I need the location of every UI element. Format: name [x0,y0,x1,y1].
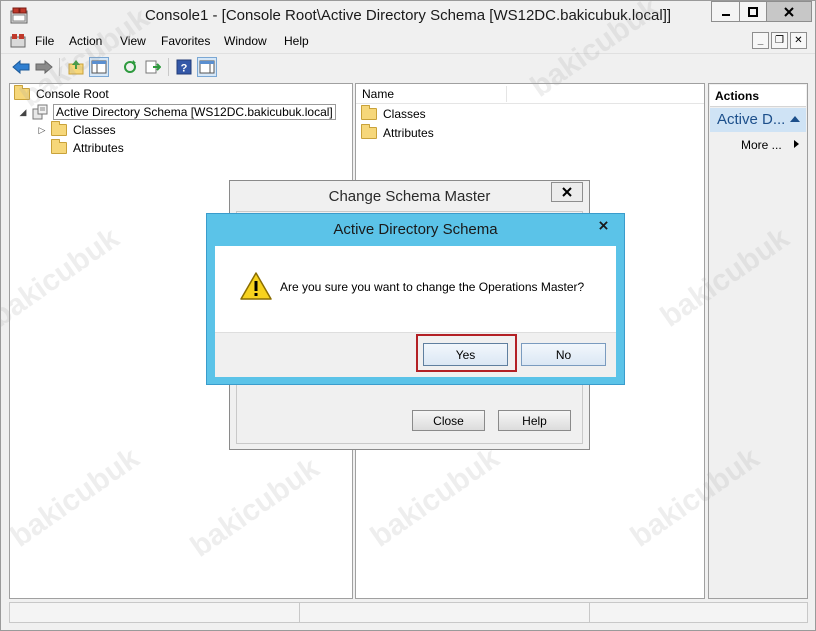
window-title: Console1 - [Console Root\Active Director… [144,7,672,24]
list-item-classes[interactable]: Classes [361,105,426,123]
maximize-icon [748,6,758,17]
menu-view[interactable]: View [120,34,146,48]
mdi-restore-button[interactable]: ❐ [771,32,788,49]
menu-file[interactable]: File [35,34,54,48]
ad-schema-icon [32,104,48,120]
tree-item-attributes[interactable]: Attributes [51,139,124,157]
back-arrow-icon [12,59,30,75]
forward-arrow-icon [35,59,53,75]
dialog-close-button[interactable] [587,215,619,235]
warning-icon [240,272,272,300]
close-dialog-button[interactable]: Close [412,410,485,431]
forward-button[interactable] [34,57,54,77]
export-list-button[interactable] [143,57,163,77]
minimize-button[interactable] [711,1,739,22]
help-button[interactable]: ? [174,57,194,77]
close-button[interactable] [766,1,812,22]
close-icon [562,187,572,197]
minimize-icon [721,13,730,16]
folder-icon [51,121,67,136]
folder-icon [14,85,30,100]
show-hide-tree-icon [91,60,107,74]
tree-item-label: Console Root [36,87,109,101]
toolbar: ? [1,53,815,80]
collapse-up-icon [790,116,800,122]
column-header-name[interactable]: Name [362,87,394,101]
menu-help[interactable]: Help [284,34,309,48]
column-divider[interactable] [506,86,507,102]
mmc-window: Console1 - [Console Root\Active Director… [0,0,816,631]
folder-icon [51,139,67,154]
menu-action[interactable]: Action [69,34,102,48]
collapse-arrow-icon[interactable]: ◢ [18,107,28,118]
refresh-icon [124,60,136,73]
expand-arrow-icon[interactable]: ▷ [37,125,47,136]
mdi-close-button[interactable]: ✕ [790,32,807,49]
close-icon [598,220,608,230]
svg-text:?: ? [181,63,188,75]
dialog-title: Active Directory Schema [333,221,498,238]
dialog-close-button[interactable] [551,182,583,202]
actions-more-link[interactable]: More ... [741,138,782,152]
folder-icon [361,124,377,139]
submenu-arrow-icon [794,140,799,148]
list-item-label: Attributes [383,126,434,140]
status-cell [589,602,808,623]
actions-section-ad-schema[interactable]: Active D... [710,108,806,132]
confirm-dialog: Active Directory Schema Are you sure you… [206,213,625,385]
toolbar-separator [59,58,60,76]
up-one-level-button[interactable] [66,57,86,77]
maximize-button[interactable] [739,1,766,22]
help-icon: ? [176,59,192,75]
tree-item-console-root[interactable]: Console Root [14,85,109,103]
dialog-body: Are you sure you want to change the Oper… [215,246,616,377]
menu-window[interactable]: Window [224,34,267,48]
no-button[interactable]: No [521,343,606,366]
tree-item-label: Classes [73,123,116,137]
mdi-controls: _ ❐ ✕ [752,32,807,49]
dialog-message: Are you sure you want to change the Oper… [280,280,585,294]
folder-icon [361,105,377,120]
list-header: Name [356,84,704,104]
menu-bar: File Action View Favorites Window Help _… [1,31,815,53]
show-hide-action-pane-icon [199,60,215,74]
actions-pane: Actions Active D... More ... [708,83,808,599]
status-cell [299,602,589,623]
actions-header: Actions [710,85,806,107]
help-dialog-button[interactable]: Help [498,410,571,431]
tree-item-ad-schema[interactable]: ◢ Active Directory Schema [WS12DC.bakicu… [18,103,336,121]
dialog-title: Change Schema Master [328,188,491,205]
status-cell [9,602,299,623]
show-hide-action-pane-button[interactable] [197,57,217,77]
back-button[interactable] [11,57,31,77]
up-folder-icon [68,60,84,75]
export-list-icon [145,60,161,74]
dialog-footer: Yes No [215,332,616,377]
list-item-label: Classes [383,107,426,121]
tree-item-label: Active Directory Schema [WS12DC.bakicubu… [53,104,336,120]
close-icon [784,6,794,17]
status-bar [9,602,808,624]
menu-favorites[interactable]: Favorites [161,34,210,48]
toolbar-separator [168,58,169,76]
mdi-minimize-button[interactable]: _ [752,32,769,49]
refresh-button[interactable] [120,57,140,77]
list-item-attributes[interactable]: Attributes [361,124,434,142]
console-menu-icon[interactable] [10,33,26,49]
yes-button[interactable]: Yes [423,343,508,366]
show-hide-tree-button[interactable] [89,57,109,77]
title-bar[interactable]: Console1 - [Console Root\Active Director… [1,1,815,31]
actions-section-label: Active D... [717,111,786,128]
tree-item-label: Attributes [73,141,124,155]
tree-item-classes[interactable]: ▷ Classes [37,121,116,139]
